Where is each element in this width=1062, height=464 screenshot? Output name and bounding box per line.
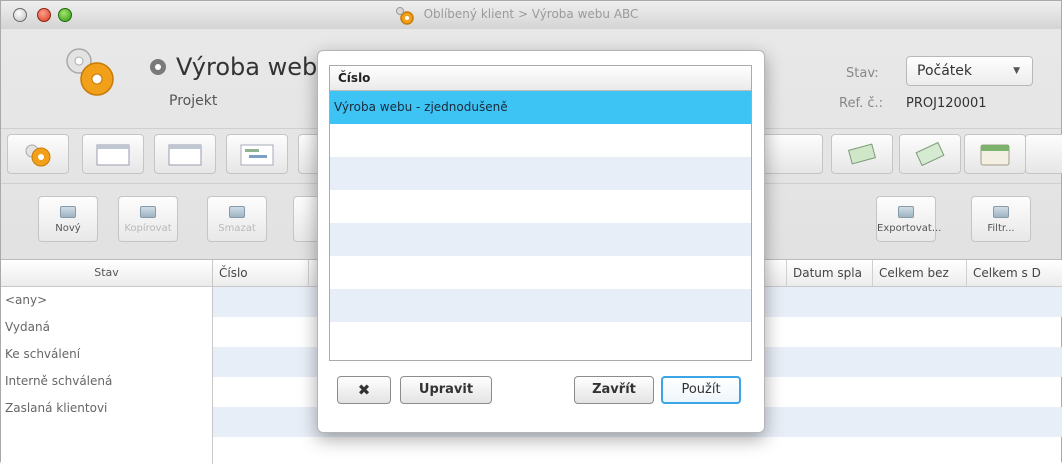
copy-button-label: Kopírovat [124,223,172,234]
column-header-due-date[interactable]: Datum spla [787,260,873,286]
dialog-row[interactable] [330,223,751,256]
column-header-total-with-vat[interactable]: Celkem s D [967,260,1062,286]
tab-extra2-button[interactable] [761,134,823,174]
new-button-label: Nový [55,223,81,234]
dialog-row[interactable] [330,289,751,322]
dialog-edit-button[interactable]: Upravit [400,376,492,404]
reference-value: PROJ120001 [906,96,987,111]
bullet-icon [150,59,166,75]
export-button-label: Exportovat... [877,223,942,234]
status-select-value: Počátek [917,63,972,79]
dialog-apply-button[interactable]: Použít [661,376,741,404]
column-header-cislo[interactable]: Číslo [213,260,309,286]
money-icon [915,141,945,167]
status-filter-item[interactable]: Vydaná [1,314,212,341]
tab-project-button[interactable] [7,134,69,174]
dialog-delete-button[interactable]: ✖ [337,376,391,404]
chevron-down-icon: ▼ [1013,66,1020,76]
tab-money2-button[interactable] [899,134,961,174]
new-button[interactable]: Nový [38,196,98,242]
dialog-row-selected[interactable]: Výroba webu - zjednodušeně [330,91,751,124]
tab-window2-button[interactable] [154,134,216,174]
dialog-table: Číslo Výroba webu - zjednodušeně [329,65,752,361]
export-button[interactable]: Exportovat... [876,196,941,242]
tab-folder-button[interactable] [964,134,1026,174]
dialog-column-header[interactable]: Číslo [330,66,751,91]
tab-gantt-button[interactable] [226,134,288,174]
copy-button[interactable]: Kopírovat [118,196,178,242]
dialog-row[interactable] [330,190,751,223]
page-subtitle: Projekt [169,93,218,109]
folder-icon [980,144,1010,166]
filter-button[interactable]: Filtr... [971,196,1031,242]
delete-icon [229,206,245,218]
money-icon [847,143,877,165]
dialog-row[interactable] [330,124,751,157]
tab-more-button[interactable] [1025,134,1062,174]
close-icon: ✖ [357,381,371,399]
new-icon [60,206,76,218]
window-icon [168,144,202,166]
status-select[interactable]: Počátek ▼ [906,56,1033,86]
status-filter-header: Stav [1,260,213,287]
copy-icon [140,206,156,218]
titlebar: Oblíbený klient > Výroba webu ABC [1,1,1061,29]
filter-button-label: Filtr... [987,223,1015,234]
dialog-row[interactable] [330,157,751,190]
status-filter-list: <any> Vydaná Ke schválení Interně schvál… [1,287,213,464]
delete-button-label: Smazat [218,223,256,234]
dialog-row[interactable] [330,256,751,289]
select-dialog: Číslo Výroba webu - zjednodušeně ✖ Uprav… [317,50,765,433]
dialog-row[interactable] [330,322,751,355]
tab-money-button[interactable] [831,134,893,174]
status-label: Stav: [846,66,879,81]
window-icon [96,144,130,166]
dialog-close-button[interactable]: Zavřít [574,376,654,404]
column-header-total-without-vat[interactable]: Celkem bez [873,260,967,286]
delete-button[interactable]: Smazat [207,196,267,242]
status-filter-item[interactable]: <any> [1,287,212,314]
export-icon [898,206,914,218]
reference-label: Ref. č.: [839,96,884,111]
status-filter-item[interactable]: Ke schválení [1,341,212,368]
status-filter-item[interactable]: Interně schválená [1,368,212,395]
gear-icon [25,144,51,167]
window-title: Oblíbený klient > Výroba webu ABC [423,7,639,21]
filter-icon [993,206,1009,218]
gantt-icon [240,144,274,166]
gear-icon [66,48,114,96]
main-window: Oblíbený klient > Výroba webu ABC Výroba… [0,0,1062,464]
tab-window-button[interactable] [82,134,144,174]
status-filter-item[interactable]: Zaslaná klientovi [1,395,212,422]
